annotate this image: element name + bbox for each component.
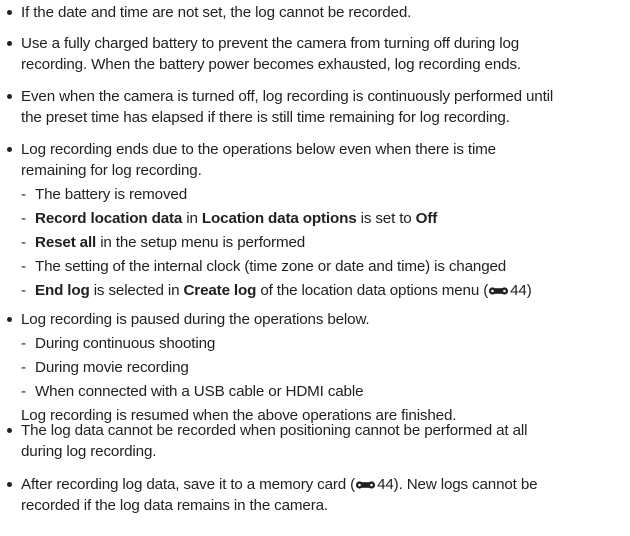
- sub-item-internal-clock-changed: - The setting of the internal clock (time…: [21, 256, 506, 277]
- sub-item-text: ): [526, 282, 532, 299]
- bullet-text: After recording log data, save it to a m…: [21, 476, 356, 493]
- dash-marker: -: [21, 186, 26, 203]
- dash-marker: -: [21, 359, 26, 376]
- sub-item-reset-all: - Reset all in the setup menu is performe…: [21, 232, 305, 253]
- sub-item-battery-removed: - The battery is removed: [21, 184, 187, 205]
- dash-marker: -: [21, 258, 26, 275]
- setting-name-create-log: Create log: [183, 282, 257, 299]
- sub-item-text: in the setup menu is performed: [96, 234, 306, 251]
- sub-item-text: During movie recording: [35, 359, 189, 376]
- bullet-text: ). New logs cannot be: [393, 476, 538, 493]
- dash-marker: -: [21, 383, 26, 400]
- dash-marker: -: [21, 335, 26, 352]
- bullet-icon: [7, 94, 12, 99]
- page-ref-number: 44: [510, 282, 527, 299]
- bullet-text-line: Log recording ends due to the operations…: [21, 141, 496, 158]
- sub-item-continuous-shooting: - During continuous shooting: [21, 333, 215, 354]
- bullet-text-line: the preset time has elapsed if there is …: [21, 109, 510, 126]
- setting-name-end-log: End log: [35, 282, 90, 299]
- sub-item-text: in: [182, 210, 202, 227]
- bullet-text-line: recording. When the battery power become…: [21, 56, 521, 73]
- bullet-text-line: recorded if the log data remains in the …: [21, 497, 328, 514]
- bullet-text-line: After recording log data, save it to a m…: [21, 474, 538, 495]
- setting-name-record-location-data: Record location data: [35, 210, 183, 227]
- setting-name-reset-all: Reset all: [35, 234, 97, 251]
- sub-item-usb-hdmi-connected: - When connected with a USB cable or HDMI…: [21, 381, 364, 402]
- page-ref-number: 44: [377, 476, 394, 493]
- bullet-icon: [7, 10, 12, 15]
- setting-value-off: Off: [415, 210, 438, 227]
- sub-item-text: The setting of the internal clock (time …: [35, 258, 507, 275]
- sub-item-text: During continuous shooting: [35, 335, 216, 352]
- reference-page-icon: [355, 481, 376, 489]
- dash-marker: -: [21, 282, 26, 299]
- menu-name-location-data-options: Location data options: [201, 210, 357, 227]
- bullet-icon: [7, 41, 12, 46]
- dash-marker: -: [21, 234, 26, 251]
- manual-page: If the date and time are not set, the lo…: [0, 0, 630, 536]
- bullet-icon: [7, 428, 12, 433]
- bullet-icon: [7, 482, 12, 487]
- dash-marker: -: [21, 210, 26, 227]
- sub-item-movie-recording: - During movie recording: [21, 357, 189, 378]
- bullet-text-line: The log data cannot be recorded when pos…: [21, 422, 528, 439]
- bullet-text-line: during log recording.: [21, 443, 157, 460]
- sub-item-record-location-off: - Record location data in Location data o…: [21, 208, 437, 229]
- bullet-text-line: Log recording is paused during the opera…: [21, 311, 370, 328]
- bullet-text-line: If the date and time are not set, the lo…: [21, 4, 412, 21]
- bullet-text-line: Even when the camera is turned off, log …: [21, 88, 554, 105]
- bullet-icon: [7, 147, 12, 152]
- sub-item-text: The battery is removed: [35, 186, 188, 203]
- sub-item-text: is set to: [356, 210, 416, 227]
- sub-item-text: of the location data options menu (: [256, 282, 489, 299]
- sub-item-text: When connected with a USB cable or HDMI …: [35, 383, 364, 400]
- bullet-icon: [7, 317, 12, 322]
- bullet-text-line: Use a fully charged battery to prevent t…: [21, 35, 520, 52]
- reference-page-icon: [489, 287, 509, 295]
- sub-item-end-log-selected: - End log is selected in Create log of th…: [21, 280, 532, 301]
- sub-item-text: is selected in: [89, 282, 184, 299]
- bullet-text-line: remaining for log recording.: [21, 162, 202, 179]
